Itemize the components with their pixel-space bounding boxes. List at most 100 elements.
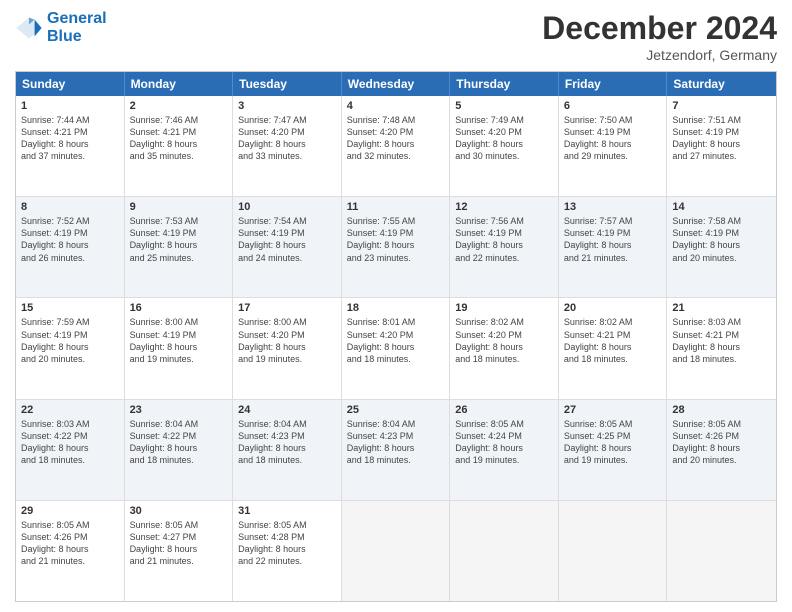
header-day-friday: Friday	[559, 72, 668, 96]
cell-info: Sunrise: 8:04 AMSunset: 4:23 PMDaylight:…	[238, 418, 336, 467]
calendar-cell: 4Sunrise: 7:48 AMSunset: 4:20 PMDaylight…	[342, 96, 451, 196]
cell-info: Sunrise: 8:00 AMSunset: 4:20 PMDaylight:…	[238, 316, 336, 365]
day-number: 18	[347, 302, 445, 314]
calendar-body: 1 Sunrise: 7:44 AMSunset: 4:21 PMDaylight…	[16, 96, 776, 601]
day-number: 23	[130, 404, 228, 416]
cell-info: Sunrise: 7:58 AMSunset: 4:19 PMDaylight:…	[672, 215, 771, 264]
calendar-cell: 12Sunrise: 7:56 AMSunset: 4:19 PMDayligh…	[450, 197, 559, 297]
calendar-cell: 20 Sunrise: 8:02 AMSunset: 4:21 PMDayligh…	[559, 298, 668, 398]
cell-info: Sunrise: 8:04 AMSunset: 4:23 PMDaylight:…	[347, 418, 445, 467]
calendar-cell: 14 Sunrise: 7:58 AMSunset: 4:19 PMDayligh…	[667, 197, 776, 297]
day-number: 20	[564, 302, 662, 314]
cell-info: Sunrise: 8:01 AMSunset: 4:20 PMDaylight:…	[347, 316, 445, 365]
calendar-cell: 28 Sunrise: 8:05 AMSunset: 4:26 PMDayligh…	[667, 400, 776, 500]
day-number: 6	[564, 100, 662, 112]
calendar-cell: 27Sunrise: 8:05 AMSunset: 4:25 PMDayligh…	[559, 400, 668, 500]
day-number: 26	[455, 404, 553, 416]
calendar-cell: 5 Sunrise: 7:49 AMSunset: 4:20 PMDaylight…	[450, 96, 559, 196]
location: Jetzendorf, Germany	[542, 47, 777, 63]
day-number: 14	[672, 201, 771, 213]
calendar-cell: 22Sunrise: 8:03 AMSunset: 4:22 PMDayligh…	[16, 400, 125, 500]
calendar-cell	[667, 501, 776, 601]
cell-info: Sunrise: 7:51 AMSunset: 4:19 PMDaylight:…	[672, 114, 771, 163]
calendar-cell: 29Sunrise: 8:05 AMSunset: 4:26 PMDayligh…	[16, 501, 125, 601]
day-number: 11	[347, 201, 445, 213]
day-number: 7	[672, 100, 771, 112]
calendar-week-5: 29Sunrise: 8:05 AMSunset: 4:26 PMDayligh…	[16, 501, 776, 601]
header-day-wednesday: Wednesday	[342, 72, 451, 96]
logo-icon	[15, 14, 43, 42]
calendar-cell: 18 Sunrise: 8:01 AMSunset: 4:20 PMDayligh…	[342, 298, 451, 398]
day-number: 30	[130, 505, 228, 517]
day-number: 1	[21, 100, 119, 112]
calendar-cell: 3Sunrise: 7:47 AMSunset: 4:20 PMDaylight…	[233, 96, 342, 196]
calendar-cell: 30 Sunrise: 8:05 AMSunset: 4:27 PMDayligh…	[125, 501, 234, 601]
calendar-cell: 7 Sunrise: 7:51 AMSunset: 4:19 PMDaylight…	[667, 96, 776, 196]
day-number: 21	[672, 302, 771, 314]
cell-info: Sunrise: 7:52 AMSunset: 4:19 PMDaylight:…	[21, 215, 119, 264]
cell-info: Sunrise: 8:05 AMSunset: 4:24 PMDaylight:…	[455, 418, 553, 467]
cell-info: Sunrise: 7:44 AMSunset: 4:21 PMDaylight:…	[21, 114, 119, 163]
day-number: 12	[455, 201, 553, 213]
day-number: 31	[238, 505, 336, 517]
calendar-cell: 31 Sunrise: 8:05 AMSunset: 4:28 PMDayligh…	[233, 501, 342, 601]
day-number: 25	[347, 404, 445, 416]
day-number: 17	[238, 302, 336, 314]
month-title: December 2024	[542, 10, 777, 47]
header-day-sunday: Sunday	[16, 72, 125, 96]
day-number: 22	[21, 404, 119, 416]
cell-info: Sunrise: 8:05 AMSunset: 4:27 PMDaylight:…	[130, 519, 228, 568]
day-number: 13	[564, 201, 662, 213]
calendar-cell: 23Sunrise: 8:04 AMSunset: 4:22 PMDayligh…	[125, 400, 234, 500]
cell-info: Sunrise: 8:02 AMSunset: 4:21 PMDaylight:…	[564, 316, 662, 365]
calendar-cell: 11Sunrise: 7:55 AMSunset: 4:19 PMDayligh…	[342, 197, 451, 297]
day-number: 27	[564, 404, 662, 416]
calendar-cell: 2 Sunrise: 7:46 AMSunset: 4:21 PMDaylight…	[125, 96, 234, 196]
day-number: 28	[672, 404, 771, 416]
cell-info: Sunrise: 7:59 AMSunset: 4:19 PMDaylight:…	[21, 316, 119, 365]
day-number: 10	[238, 201, 336, 213]
page: General Blue December 2024 Jetzendorf, G…	[0, 0, 792, 612]
calendar-cell: 13Sunrise: 7:57 AMSunset: 4:19 PMDayligh…	[559, 197, 668, 297]
calendar-cell	[450, 501, 559, 601]
calendar-cell: 1 Sunrise: 7:44 AMSunset: 4:21 PMDaylight…	[16, 96, 125, 196]
calendar-cell: 24 Sunrise: 8:04 AMSunset: 4:23 PMDayligh…	[233, 400, 342, 500]
calendar-week-4: 22Sunrise: 8:03 AMSunset: 4:22 PMDayligh…	[16, 400, 776, 501]
header-day-tuesday: Tuesday	[233, 72, 342, 96]
calendar-cell: 21Sunrise: 8:03 AMSunset: 4:21 PMDayligh…	[667, 298, 776, 398]
header-day-monday: Monday	[125, 72, 234, 96]
calendar-cell: 16Sunrise: 8:00 AMSunset: 4:19 PMDayligh…	[125, 298, 234, 398]
cell-info: Sunrise: 7:46 AMSunset: 4:21 PMDaylight:…	[130, 114, 228, 163]
calendar-cell: 19Sunrise: 8:02 AMSunset: 4:20 PMDayligh…	[450, 298, 559, 398]
calendar-cell: 17 Sunrise: 8:00 AMSunset: 4:20 PMDayligh…	[233, 298, 342, 398]
day-number: 5	[455, 100, 553, 112]
cell-info: Sunrise: 8:05 AMSunset: 4:28 PMDaylight:…	[238, 519, 336, 568]
day-number: 9	[130, 201, 228, 213]
calendar-cell: 6Sunrise: 7:50 AMSunset: 4:19 PMDaylight…	[559, 96, 668, 196]
day-number: 24	[238, 404, 336, 416]
calendar-cell: 10 Sunrise: 7:54 AMSunset: 4:19 PMDayligh…	[233, 197, 342, 297]
day-number: 2	[130, 100, 228, 112]
day-number: 3	[238, 100, 336, 112]
cell-info: Sunrise: 7:49 AMSunset: 4:20 PMDaylight:…	[455, 114, 553, 163]
cell-info: Sunrise: 7:54 AMSunset: 4:19 PMDaylight:…	[238, 215, 336, 264]
logo-text: General Blue	[47, 10, 107, 45]
calendar-cell	[342, 501, 451, 601]
day-number: 16	[130, 302, 228, 314]
calendar-cell: 25 Sunrise: 8:04 AMSunset: 4:23 PMDayligh…	[342, 400, 451, 500]
day-number: 4	[347, 100, 445, 112]
calendar-cell: 15 Sunrise: 7:59 AMSunset: 4:19 PMDayligh…	[16, 298, 125, 398]
header-day-saturday: Saturday	[667, 72, 776, 96]
calendar-cell: 9 Sunrise: 7:53 AMSunset: 4:19 PMDaylight…	[125, 197, 234, 297]
logo: General Blue	[15, 10, 107, 45]
cell-info: Sunrise: 8:05 AMSunset: 4:26 PMDaylight:…	[21, 519, 119, 568]
cell-info: Sunrise: 7:53 AMSunset: 4:19 PMDaylight:…	[130, 215, 228, 264]
day-number: 15	[21, 302, 119, 314]
calendar-cell: 26 Sunrise: 8:05 AMSunset: 4:24 PMDayligh…	[450, 400, 559, 500]
header: General Blue December 2024 Jetzendorf, G…	[15, 10, 777, 63]
calendar-week-3: 15 Sunrise: 7:59 AMSunset: 4:19 PMDayligh…	[16, 298, 776, 399]
day-number: 19	[455, 302, 553, 314]
calendar-cell	[559, 501, 668, 601]
cell-info: Sunrise: 8:05 AMSunset: 4:26 PMDaylight:…	[672, 418, 771, 467]
title-block: December 2024 Jetzendorf, Germany	[542, 10, 777, 63]
